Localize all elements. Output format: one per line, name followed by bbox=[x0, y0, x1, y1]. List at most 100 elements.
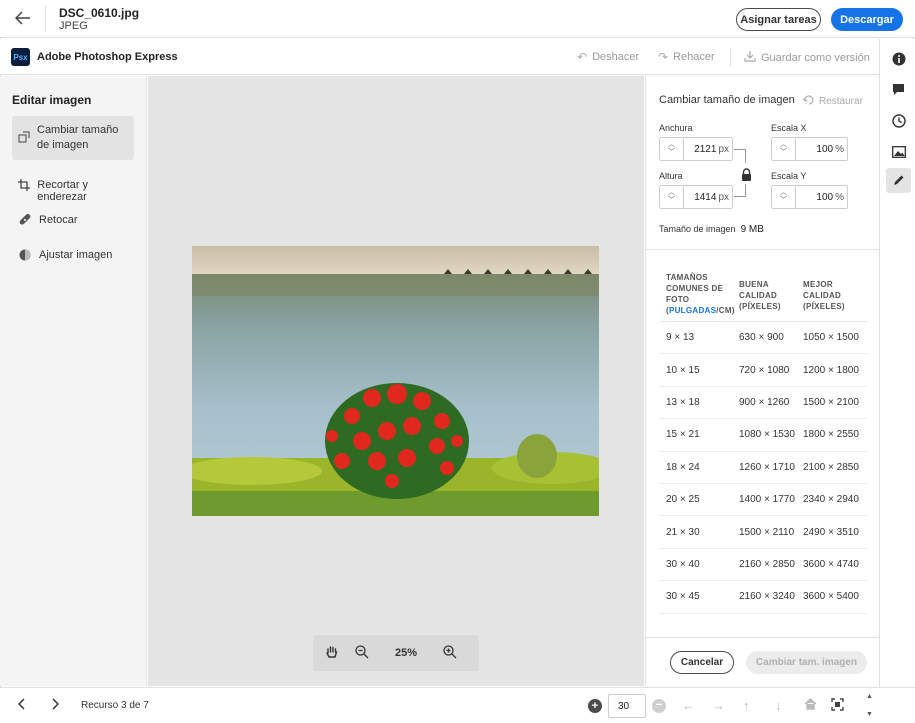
chevron-right-icon[interactable] bbox=[51, 698, 60, 713]
stepper-arrows[interactable]: ︿ ﹀ bbox=[772, 138, 796, 160]
size-cell: 30 × 40 bbox=[666, 558, 700, 570]
good-quality-cell: 1500 × 2110 bbox=[739, 526, 795, 538]
tool-adjust[interactable]: Ajustar imagen bbox=[12, 242, 134, 271]
zoom-in-icon[interactable] bbox=[443, 644, 457, 662]
info-icon[interactable] bbox=[886, 46, 911, 71]
assign-tasks-button[interactable]: Asignar tareas bbox=[736, 8, 821, 31]
chevron-left-icon[interactable] bbox=[17, 698, 26, 713]
app-name: Adobe Photoshop Express bbox=[37, 51, 178, 63]
minus-icon[interactable]: − bbox=[652, 699, 666, 713]
good-quality-cell: 900 × 1260 bbox=[739, 396, 790, 408]
image-canvas[interactable]: 25% bbox=[148, 76, 644, 686]
save-as-version-button[interactable]: Guardar como versión bbox=[744, 50, 870, 65]
apply-resize-button[interactable]: Cambiar tam. imagen bbox=[746, 651, 867, 674]
stepper-arrows[interactable]: ︿ ﹀ bbox=[660, 186, 684, 208]
good-quality-cell: 630 × 900 bbox=[739, 332, 784, 344]
chevron-up-icon[interactable]: ︿ bbox=[668, 189, 675, 197]
image-size-label: Tamaño de imagen bbox=[659, 224, 736, 234]
zoom-out-icon[interactable] bbox=[355, 644, 369, 662]
app-bar: Psx Adobe Photoshop Express ↶ Deshacer ↷… bbox=[0, 39, 879, 75]
best-quality-cell: 3600 × 5400 bbox=[803, 591, 859, 603]
arrow-down-icon[interactable]: ↓ bbox=[775, 698, 782, 713]
download-button[interactable]: Descargar bbox=[831, 8, 903, 31]
tool-label: Ajustar imagen bbox=[39, 249, 113, 261]
restore-icon bbox=[802, 95, 815, 108]
arrow-right-icon[interactable]: → bbox=[712, 698, 725, 713]
page-size-input[interactable] bbox=[608, 694, 646, 718]
zoom-level: 25% bbox=[395, 647, 418, 659]
top-bar: DSC_0610.jpg JPEG Asignar tareas Descarg… bbox=[0, 0, 915, 38]
comment-icon[interactable] bbox=[886, 77, 911, 102]
plus-icon[interactable]: + bbox=[588, 699, 602, 713]
good-quality-cell: 1260 × 1710 bbox=[739, 461, 795, 473]
best-quality-cell: 1800 × 2550 bbox=[803, 429, 859, 441]
cm-link[interactable]: CM bbox=[719, 306, 732, 315]
edit-tools-panel: Editar imagen Cambiar tamaño de imagen R… bbox=[0, 76, 147, 686]
scroll-up-icon[interactable]: ▲ bbox=[866, 693, 873, 700]
redo-icon: ↷ bbox=[658, 50, 669, 64]
lock-icon[interactable] bbox=[741, 168, 752, 184]
height-value[interactable]: 1414 bbox=[694, 192, 716, 203]
scale-x-value[interactable]: 100 bbox=[816, 144, 833, 155]
chevron-down-icon[interactable]: ﹀ bbox=[780, 149, 787, 157]
width-stepper[interactable]: ︿ ﹀ 2121 px bbox=[659, 137, 733, 161]
stepper-arrows[interactable]: ︿ ﹀ bbox=[772, 186, 796, 208]
chevron-down-icon[interactable]: ﹀ bbox=[668, 149, 675, 157]
fit-screen-icon[interactable] bbox=[831, 698, 844, 714]
tool-label: Cambiar tamaño de imagen bbox=[37, 124, 119, 151]
crop-icon bbox=[18, 179, 31, 194]
size-cell: 21 × 30 bbox=[666, 526, 700, 538]
cancel-button[interactable]: Cancelar bbox=[670, 651, 734, 674]
column-header-good: BUENA CALIDAD (PÍXELES) bbox=[739, 266, 803, 321]
chevron-up-icon[interactable]: ︿ bbox=[780, 189, 787, 197]
image-size-info: Tamaño de imagen 9 MB bbox=[659, 224, 764, 235]
chevron-down-icon[interactable]: ﹀ bbox=[780, 197, 787, 205]
percent-unit: % bbox=[835, 191, 844, 203]
width-value[interactable]: 2121 bbox=[694, 144, 716, 155]
table-row: 18 × 24 1260 × 1710 2100 × 2850 bbox=[660, 452, 867, 484]
good-quality-cell: 1400 × 1770 bbox=[739, 494, 795, 506]
edit-icon[interactable] bbox=[886, 168, 911, 193]
header-line: CALIDAD bbox=[739, 291, 778, 300]
arrow-left-icon[interactable]: ← bbox=[682, 698, 695, 713]
stepper-arrows[interactable]: ︿ ﹀ bbox=[660, 138, 684, 160]
header-line: COMUNES DE bbox=[666, 284, 724, 293]
height-label: Altura bbox=[659, 171, 683, 181]
redo-button[interactable]: ↷ Rehacer bbox=[658, 50, 715, 64]
hand-tool-icon[interactable] bbox=[325, 645, 339, 662]
scale-x-stepper[interactable]: ︿ ﹀ 100% bbox=[771, 137, 848, 161]
chevron-up-icon[interactable]: ︿ bbox=[668, 141, 675, 149]
arrow-up-icon[interactable]: ↑ bbox=[743, 698, 750, 713]
tool-crop[interactable]: Recortar y enderezar bbox=[12, 172, 134, 210]
percent-unit: % bbox=[835, 143, 844, 155]
restore-button[interactable]: Restaurar bbox=[802, 95, 863, 108]
best-quality-cell: 1200 × 1800 bbox=[803, 364, 859, 376]
width-unit: px bbox=[718, 143, 729, 155]
scale-y-value[interactable]: 100 bbox=[816, 192, 833, 203]
best-quality-cell: 2490 × 3510 bbox=[803, 526, 859, 538]
adjust-icon bbox=[18, 249, 32, 264]
save-version-label: Guardar como versión bbox=[761, 51, 870, 64]
bottom-bar: Recurso 3 de 7 + − ← → ↑ ↓ ▲ ▼ bbox=[0, 687, 915, 723]
tool-resize[interactable]: Cambiar tamaño de imagen bbox=[12, 116, 134, 160]
arrow-left-icon[interactable] bbox=[12, 9, 34, 29]
header-line: (PÍXELES) bbox=[739, 302, 781, 311]
image-icon[interactable] bbox=[886, 139, 911, 164]
header-line: MEJOR bbox=[803, 280, 833, 289]
undo-button[interactable]: ↶ Deshacer bbox=[577, 50, 639, 64]
divider bbox=[646, 249, 880, 250]
redo-label: Rehacer bbox=[673, 51, 715, 63]
scroll-down-icon[interactable]: ▼ bbox=[866, 711, 873, 718]
divider bbox=[730, 48, 731, 66]
height-stepper[interactable]: ︿ ﹀ 1414 px bbox=[659, 185, 733, 209]
photo-preview[interactable] bbox=[192, 246, 599, 516]
chevron-up-icon[interactable]: ︿ bbox=[780, 141, 787, 149]
chevron-down-icon[interactable]: ﹀ bbox=[668, 197, 675, 205]
tool-retouch[interactable]: Retocar bbox=[12, 207, 134, 236]
header-line: FOTO bbox=[666, 295, 690, 304]
size-cell: 13 × 18 bbox=[666, 396, 700, 408]
history-icon[interactable] bbox=[886, 108, 911, 133]
inches-link[interactable]: PULGADAS bbox=[669, 306, 716, 315]
scale-y-stepper[interactable]: ︿ ﹀ 100% bbox=[771, 185, 848, 209]
home-icon[interactable] bbox=[804, 698, 817, 713]
